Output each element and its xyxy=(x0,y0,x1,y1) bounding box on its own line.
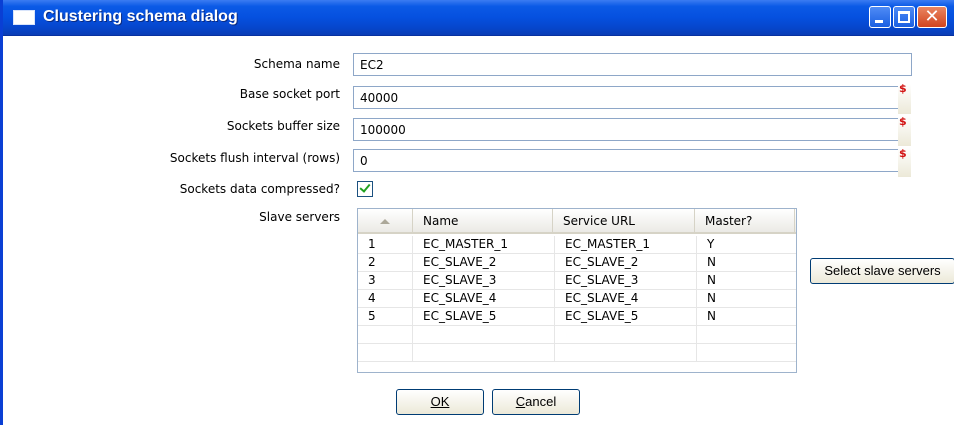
table-row[interactable]: 5 EC_SLAVE_5 EC_SLAVE_5 N xyxy=(358,308,796,326)
cancel-button[interactable]: Cancel xyxy=(492,389,580,415)
window-title: Clustering schema dialog xyxy=(43,8,238,25)
column-header-master[interactable]: Master? xyxy=(695,209,795,234)
schema-name-input[interactable]: EC2 xyxy=(353,53,912,76)
variable-dollar-icon: $ xyxy=(899,82,907,95)
service-url-cell: EC_SLAVE_4 xyxy=(555,290,697,308)
row-number: 4 xyxy=(358,290,413,308)
server-name-cell: EC_MASTER_1 xyxy=(413,236,555,254)
sockets-buffer-size-label: Sockets buffer size xyxy=(226,119,340,133)
variable-dollar-icon: $ xyxy=(899,147,907,160)
row-number xyxy=(358,344,413,362)
column-header-name[interactable]: Name xyxy=(413,209,553,234)
checkmark-icon xyxy=(359,181,371,193)
master-cell: N xyxy=(697,254,796,272)
server-name-cell: EC_SLAVE_4 xyxy=(413,290,555,308)
window-icon xyxy=(13,10,35,25)
ok-button-label: OK xyxy=(430,394,450,409)
ok-button[interactable]: OK xyxy=(396,389,484,415)
sockets-buffer-size-input[interactable]: 100000 xyxy=(353,118,899,141)
server-name-cell xyxy=(413,326,555,344)
close-icon: ✕ xyxy=(924,6,940,27)
close-button[interactable]: ✕ xyxy=(917,6,947,28)
master-cell: N xyxy=(697,308,796,326)
row-number xyxy=(358,326,413,344)
cancel-button-label: Cancel xyxy=(515,394,557,409)
sockets-flush-interval-label: Sockets flush interval (rows) xyxy=(169,151,340,165)
service-url-cell xyxy=(555,344,697,362)
table-row-empty[interactable] xyxy=(358,326,796,344)
row-number: 1 xyxy=(358,236,413,254)
master-cell xyxy=(697,344,796,362)
server-name-cell: EC_SLAVE_2 xyxy=(413,254,555,272)
variable-dollar-icon: $ xyxy=(899,115,907,128)
sockets-compressed-checkbox[interactable] xyxy=(357,181,373,197)
table-row-empty[interactable] xyxy=(358,344,796,362)
service-url-cell xyxy=(555,326,697,344)
maximize-button[interactable] xyxy=(893,6,915,28)
select-slave-servers-button[interactable]: Select slave servers xyxy=(810,258,954,284)
row-number-header[interactable] xyxy=(358,209,413,234)
service-url-cell: EC_SLAVE_3 xyxy=(555,272,697,290)
minimize-button[interactable] xyxy=(869,6,891,28)
table-header: Name Service URL Master? xyxy=(358,209,796,234)
service-url-cell: EC_SLAVE_5 xyxy=(555,308,697,326)
table-row[interactable]: 4 EC_SLAVE_4 EC_SLAVE_4 N xyxy=(358,290,796,308)
server-name-cell: EC_SLAVE_5 xyxy=(413,308,555,326)
master-cell xyxy=(697,326,796,344)
service-url-cell: EC_SLAVE_2 xyxy=(555,254,697,272)
master-cell: N xyxy=(697,290,796,308)
server-name-cell xyxy=(413,344,555,362)
row-number: 3 xyxy=(358,272,413,290)
table-row[interactable]: 2 EC_SLAVE_2 EC_SLAVE_2 N xyxy=(358,254,796,272)
slave-servers-label: Slave servers xyxy=(259,210,340,224)
table-row[interactable]: 3 EC_SLAVE_3 EC_SLAVE_3 N xyxy=(358,272,796,290)
row-number: 2 xyxy=(358,254,413,272)
base-socket-port-label: Base socket port xyxy=(239,87,340,101)
slave-servers-table[interactable]: Name Service URL Master? 1 EC_MASTER_1 E… xyxy=(357,208,797,373)
base-socket-port-input[interactable]: 40000 xyxy=(353,86,899,109)
minimize-icon xyxy=(875,20,883,23)
schema-name-label: Schema name xyxy=(253,57,340,71)
master-cell: Y xyxy=(697,236,796,254)
service-url-cell: EC_MASTER_1 xyxy=(555,236,697,254)
sockets-flush-interval-input[interactable]: 0 xyxy=(353,149,899,172)
row-number: 5 xyxy=(358,308,413,326)
maximize-icon xyxy=(898,11,910,23)
table-row[interactable]: 1 EC_MASTER_1 EC_MASTER_1 Y xyxy=(358,236,796,254)
title-bar[interactable]: Clustering schema dialog ✕ xyxy=(3,0,954,36)
sockets-compressed-label: Sockets data compressed? xyxy=(179,182,340,196)
server-name-cell: EC_SLAVE_3 xyxy=(413,272,555,290)
master-cell: N xyxy=(697,272,796,290)
sort-ascending-icon xyxy=(380,219,390,224)
clustering-schema-dialog: Clustering schema dialog ✕ Schema name E… xyxy=(0,0,954,425)
column-header-service-url[interactable]: Service URL xyxy=(553,209,695,234)
